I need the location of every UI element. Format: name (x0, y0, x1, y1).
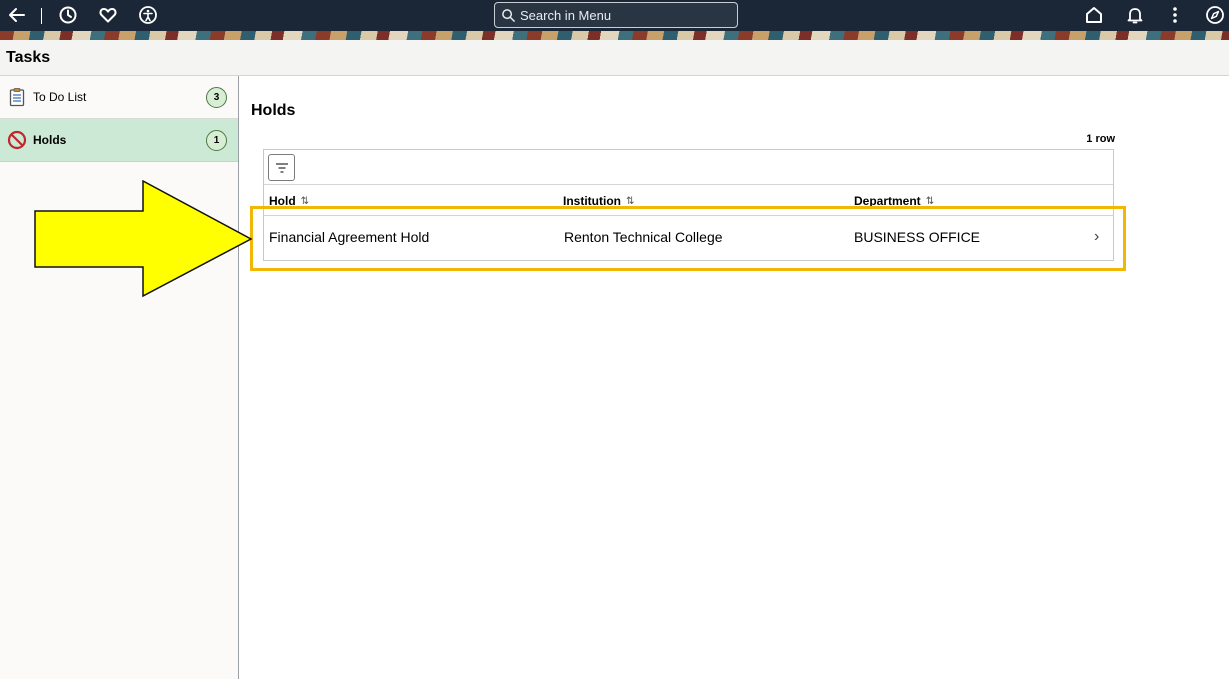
recent-history-icon[interactable] (56, 4, 80, 26)
no-entry-icon (7, 130, 27, 150)
sort-icon[interactable]: ⇅ (926, 196, 934, 207)
sidebar-item-label: Holds (33, 133, 67, 147)
decorative-banner (0, 31, 1229, 40)
highlight-box (250, 206, 1126, 271)
toolbar-divider (41, 8, 42, 24)
section-title: Holds (251, 102, 296, 119)
sort-icon[interactable]: ⇅ (301, 196, 309, 207)
filter-icon (275, 162, 288, 173)
sidebar-item-holds[interactable]: Holds 1 (0, 119, 238, 162)
search-icon (502, 8, 515, 22)
accessibility-icon[interactable] (136, 4, 160, 26)
back-arrow-icon[interactable] (5, 4, 29, 26)
row-count-label: 1 row (1086, 133, 1115, 145)
navigator-compass-icon[interactable] (1203, 4, 1227, 26)
filter-button[interactable] (268, 154, 295, 181)
search-input[interactable] (520, 7, 730, 23)
favorites-heart-icon[interactable] (96, 4, 120, 26)
top-navigation-bar (0, 0, 1229, 31)
pointer-arrow-icon (34, 180, 253, 298)
grid-toolbar (264, 150, 1113, 185)
page-title-bar: Tasks (0, 40, 1229, 76)
count-badge: 1 (206, 129, 227, 151)
notifications-bell-icon[interactable] (1123, 4, 1147, 26)
sort-icon[interactable]: ⇅ (626, 196, 634, 207)
page-title: Tasks (6, 49, 51, 66)
sidebar-item-label: To Do List (33, 90, 87, 104)
count-badge: 3 (206, 86, 227, 108)
home-icon[interactable] (1082, 4, 1106, 26)
actions-more-icon[interactable] (1163, 4, 1187, 26)
sidebar-item-to-do-list[interactable]: To Do List 3 (0, 76, 238, 119)
sidebar: To Do List 3 Holds 1 (0, 76, 239, 679)
clipboard-list-icon (9, 88, 25, 107)
search-in-menu-field[interactable] (494, 2, 738, 28)
